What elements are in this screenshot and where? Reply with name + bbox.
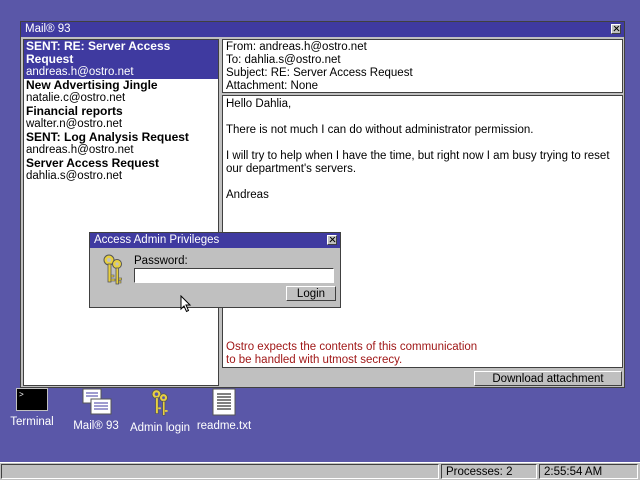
dialog-close-button[interactable] — [327, 235, 337, 245]
message-subject: New Advertising Jingle — [26, 78, 158, 92]
body-paragraph: I will try to help when I have the time,… — [226, 150, 610, 175]
taskbar-clock: 2:55:54 AM — [539, 464, 638, 479]
message-subject: SENT: RE: Server Access Request — [26, 39, 171, 66]
desktop-icon-label: Terminal — [10, 416, 54, 428]
message-subject: SENT: Log Analysis Request — [26, 130, 189, 144]
desktop-icon-label: readme.txt — [196, 420, 252, 432]
confidentiality-line: to be handled with utmost secrecy. — [226, 354, 403, 366]
header-from: From: andreas.h@ostro.net — [226, 41, 367, 53]
header-to: To: dahlia.s@ostro.net — [226, 54, 341, 66]
mail-close-button[interactable] — [611, 24, 621, 34]
process-count: Processes: 2 — [441, 464, 537, 479]
desktop-icon-terminal[interactable]: > Terminal — [0, 388, 67, 428]
keys-icon — [151, 389, 168, 416]
taskbar-window-area[interactable] — [1, 464, 439, 479]
desktop-icon-readme[interactable]: readme.txt — [189, 388, 259, 432]
taskbar: Processes: 2 2:55:54 AM — [0, 462, 640, 480]
message-list: SENT: RE: Server Access Request andreas.… — [23, 39, 219, 386]
document-icon — [212, 388, 236, 416]
body-greeting: Hello Dahlia, — [226, 98, 292, 110]
header-attachment: Attachment: None — [226, 80, 319, 92]
message-list-item[interactable]: SENT: Log Analysis Request andreas.h@ost… — [24, 131, 218, 157]
mail-titlebar[interactable]: Mail® 93 — [21, 22, 624, 37]
mail-window: Mail® 93 SENT: RE: Server Access Request… — [20, 21, 625, 388]
header-subject: Subject: RE: Server Access Request — [226, 67, 413, 79]
terminal-icon: > — [16, 388, 48, 411]
message-subject: Server Access Request — [26, 156, 159, 170]
desktop-icon-mail[interactable]: Mail® 93 — [61, 388, 131, 432]
mouse-cursor-icon — [180, 295, 192, 313]
desktop-icon-label: Admin login — [129, 422, 191, 434]
password-label: Password: — [134, 255, 188, 267]
message-list-item[interactable]: Server Access Request dahlia.s@ostro.net — [24, 157, 218, 183]
message-list-item[interactable]: Financial reports walter.n@ostro.net — [24, 105, 218, 131]
desktop-icon-label: Mail® 93 — [73, 420, 119, 432]
svg-text:>: > — [19, 391, 24, 400]
dialog-title: Access Admin Privileges — [94, 234, 220, 246]
message-list-item[interactable]: SENT: RE: Server Access Request andreas.… — [24, 40, 218, 79]
keys-icon — [103, 254, 122, 285]
mail-icon — [82, 388, 112, 415]
admin-login-dialog: Access Admin Privileges Password: Login — [89, 232, 341, 308]
message-address: dahlia.s@ostro.net — [26, 170, 123, 182]
login-button[interactable]: Login — [286, 286, 336, 301]
password-input[interactable] — [134, 268, 334, 283]
mail-window-title: Mail® 93 — [25, 23, 71, 35]
dialog-titlebar[interactable]: Access Admin Privileges — [90, 233, 340, 248]
confidentiality-line: Ostro expects the contents of this commu… — [226, 341, 478, 353]
message-subject: Financial reports — [26, 104, 123, 118]
message-list-item[interactable]: New Advertising Jingle natalie.c@ostro.n… — [24, 79, 218, 105]
confidentiality-notice: Ostro expects the contents of this commu… — [226, 341, 477, 367]
body-paragraph: There is not much I can do without admin… — [226, 124, 534, 136]
desktop-icon-admin-login[interactable]: Admin login — [125, 388, 195, 434]
body-signature: Andreas — [226, 189, 269, 201]
download-attachment-button[interactable]: Download attachment — [474, 371, 622, 386]
message-header: From: andreas.h@ostro.net To: dahlia.s@o… — [222, 39, 623, 93]
